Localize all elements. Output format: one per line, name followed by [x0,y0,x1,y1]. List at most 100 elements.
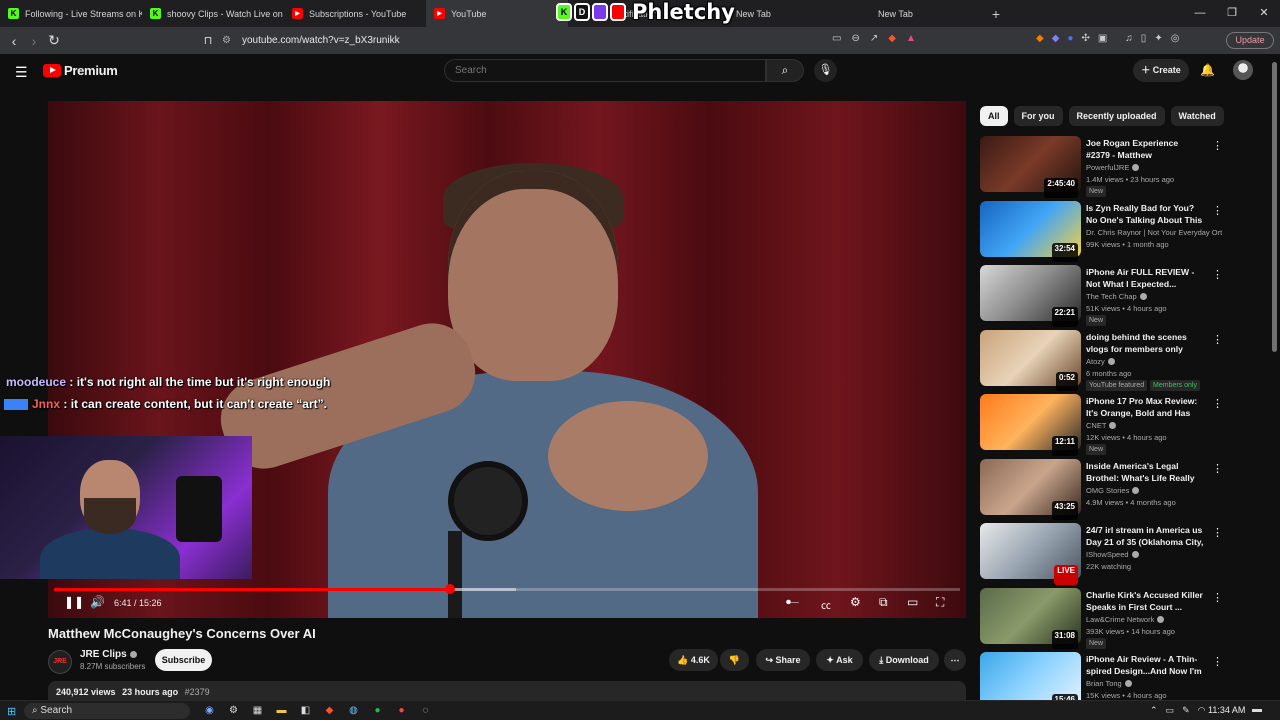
sidebar-icon[interactable]: ▯ [1141,33,1147,44]
volume-icon[interactable]: 🔊 [90,595,105,609]
notification-center-icon[interactable]: ▬ [1252,704,1262,715]
recommendation-title[interactable]: Is Zyn Really Bad for You? No One's Talk… [1086,202,1204,226]
recommendation-channel[interactable]: The Tech Chap [1086,292,1222,301]
zoom-icon[interactable]: ⊖ [851,33,859,44]
more-options-icon[interactable]: ⋮ [1212,462,1223,475]
recommendation-channel[interactable]: IShowSpeed [1086,550,1222,559]
menu-icon[interactable]: ☰ [15,64,28,81]
search-input[interactable] [444,59,766,82]
leo-icon[interactable]: ✦ [1154,33,1162,44]
brave-shields-icon[interactable]: ◆ [888,33,896,44]
reload-icon[interactable]: ↻ [44,32,64,49]
create-button[interactable]: ＋ Create [1133,59,1189,82]
media-icon[interactable]: ♫ [1125,33,1133,44]
recommendation-card[interactable]: LIVE 24/7 irl stream in America us Day 21… [980,523,1228,588]
forward-icon[interactable]: › [24,33,44,49]
search-button[interactable]: ⌕ [766,59,804,82]
wifi-icon[interactable]: ◠ [1198,705,1206,716]
chip-for-you[interactable]: For you [1013,106,1063,126]
recommendation-card[interactable]: 22:21 iPhone Air FULL REVIEW - Not What I… [980,265,1228,330]
more-options-icon[interactable]: ⋮ [1212,655,1223,668]
close-icon[interactable]: ✕ [1248,0,1280,27]
more-actions-button[interactable]: ⋯ [944,649,966,671]
chip-recently-uploaded[interactable]: Recently uploaded [1068,106,1165,126]
pen-icon[interactable]: ✎ [1182,705,1190,716]
browser-tab-active[interactable]: ▶ YouTube [426,0,568,27]
account-avatar[interactable] [1233,60,1253,80]
browser-tab[interactable]: New Tab [856,0,984,27]
pause-icon[interactable]: ❚❚ [64,595,84,609]
more-options-icon[interactable]: ⋮ [1212,333,1223,346]
puzzle-icon[interactable]: ✣ [1081,33,1089,44]
dislike-button[interactable]: 👎 [720,649,749,671]
autoplay-toggle[interactable]: ⏺⏤ [786,597,799,608]
spotify-icon[interactable]: ● [371,704,384,717]
recommendation-card[interactable]: 2:45:40 Joe Rogan Experience #2379 - Matt… [980,136,1228,201]
recommendation-channel[interactable]: Law&Crime Network [1086,615,1222,624]
recommendation-card[interactable]: 32:54 Is Zyn Really Bad for You? No One's… [980,200,1228,266]
browser-tab[interactable]: New Tab [714,0,856,27]
recommendation-title[interactable]: iPhone Air Review - A Thin-spired Design… [1086,653,1204,677]
recommendation-title[interactable]: Inside America's Legal Brothel: What's L… [1086,460,1204,484]
recommendation-card[interactable]: 31:08 Charlie Kirk's Accused Killer Speak… [980,587,1228,653]
miniplayer-icon[interactable]: ⧉ [879,595,888,610]
browser-tab[interactable]: ▶ Subscriptions - YouTube [284,0,426,27]
recommendation-channel[interactable]: CNET [1086,421,1222,430]
browser-tab[interactable]: K Following - Live Streams on Ki [0,0,142,27]
chip-all[interactable]: All [980,106,1008,126]
recommendation-channel[interactable]: Brian Tong [1086,679,1222,688]
brave-rewards-icon[interactable]: ▲ [906,33,916,44]
recommendation-title[interactable]: Joe Rogan Experience #2379 - Matthew McC… [1086,137,1204,161]
scrubber-handle[interactable] [444,584,455,594]
recommendation-title[interactable]: Charlie Kirk's Accused Killer Speaks in … [1086,589,1204,613]
taskbar-clock[interactable]: 11:34 AM [1208,705,1245,715]
back-icon[interactable]: ‹ [4,33,24,49]
settings-icon[interactable]: ⚙ [850,595,861,609]
minimize-icon[interactable]: — [1184,0,1216,27]
chevron-up-icon[interactable]: ⌃ [1150,705,1158,716]
recommendation-title[interactable]: iPhone 17 Pro Max Review: It's Orange, B… [1086,395,1204,419]
chip-watched[interactable]: Watched [1170,106,1224,126]
share-icon[interactable]: ↗ [870,33,878,44]
update-button[interactable]: Update [1226,32,1274,49]
recommendation-title[interactable]: 24/7 irl stream in America us Day 21 of … [1086,524,1204,548]
youtube-logo[interactable]: Premium [43,63,118,78]
new-tab-button[interactable]: + [984,6,1008,22]
progress-bar[interactable] [54,584,960,594]
recommendation-channel[interactable]: OMG Stories [1086,486,1222,495]
subscribe-button[interactable]: Subscribe [155,649,212,671]
more-options-icon[interactable]: ⋮ [1212,268,1223,281]
more-options-icon[interactable]: ⋮ [1212,397,1223,410]
browser-tab[interactable]: Kshoovy Clips - Watch Live on K [142,0,284,27]
site-info-icon[interactable]: ⚙ [222,35,242,46]
recommendation-card[interactable]: 12:11 iPhone 17 Pro Max Review: It's Oran… [980,394,1228,459]
calendar-icon[interactable]: ▦ [251,704,264,717]
page-scrollbar[interactable] [1272,62,1277,352]
recommendation-channel[interactable]: PowerfulJRE [1086,163,1222,172]
restore-icon[interactable]: ❐ [1216,0,1248,27]
extension-icon[interactable]: ◆ [1036,33,1044,44]
captions-icon[interactable]: ㏄ [821,597,831,612]
bookmark-icon[interactable]: ⊓ [198,34,218,47]
recommendation-channel[interactable]: Atozy [1086,357,1222,366]
like-button[interactable]: 👍 4.6K [669,649,718,671]
copilot-icon[interactable]: ◉ [203,704,216,717]
recommendation-title[interactable]: doing behind the scenes vlogs for member… [1086,331,1204,355]
ask-button[interactable]: ✦ Ask [816,649,863,671]
extension-icon[interactable]: ◆ [1052,33,1060,44]
recommendation-card[interactable]: 43:25 Inside America's Legal Brothel: Wha… [980,458,1228,524]
notifications-bell-icon[interactable]: 🔔 [1200,63,1215,77]
wallet-icon[interactable]: ▣ [1098,33,1107,44]
theater-mode-icon[interactable]: ▭ [907,595,918,609]
app-icon[interactable]: ◧ [299,704,312,717]
settings-icon[interactable]: ⚙ [227,704,240,717]
app-icon[interactable]: ◌ [419,704,432,717]
download-button[interactable]: ⤓ Download [869,649,939,671]
recommendation-title[interactable]: iPhone Air FULL REVIEW - Not What I Expe… [1086,266,1204,290]
channel-name[interactable]: JRE Clips [80,649,137,660]
file-explorer-icon[interactable]: ▬ [275,704,288,717]
channel-avatar[interactable]: JRE [48,650,72,674]
recommendation-card[interactable]: 0:52 doing behind the scenes vlogs for me… [980,329,1228,395]
more-options-icon[interactable]: ⋮ [1212,204,1223,217]
recommendation-channel[interactable]: Dr. Chris Raynor | Not Your Everyday Ort… [1086,228,1222,237]
